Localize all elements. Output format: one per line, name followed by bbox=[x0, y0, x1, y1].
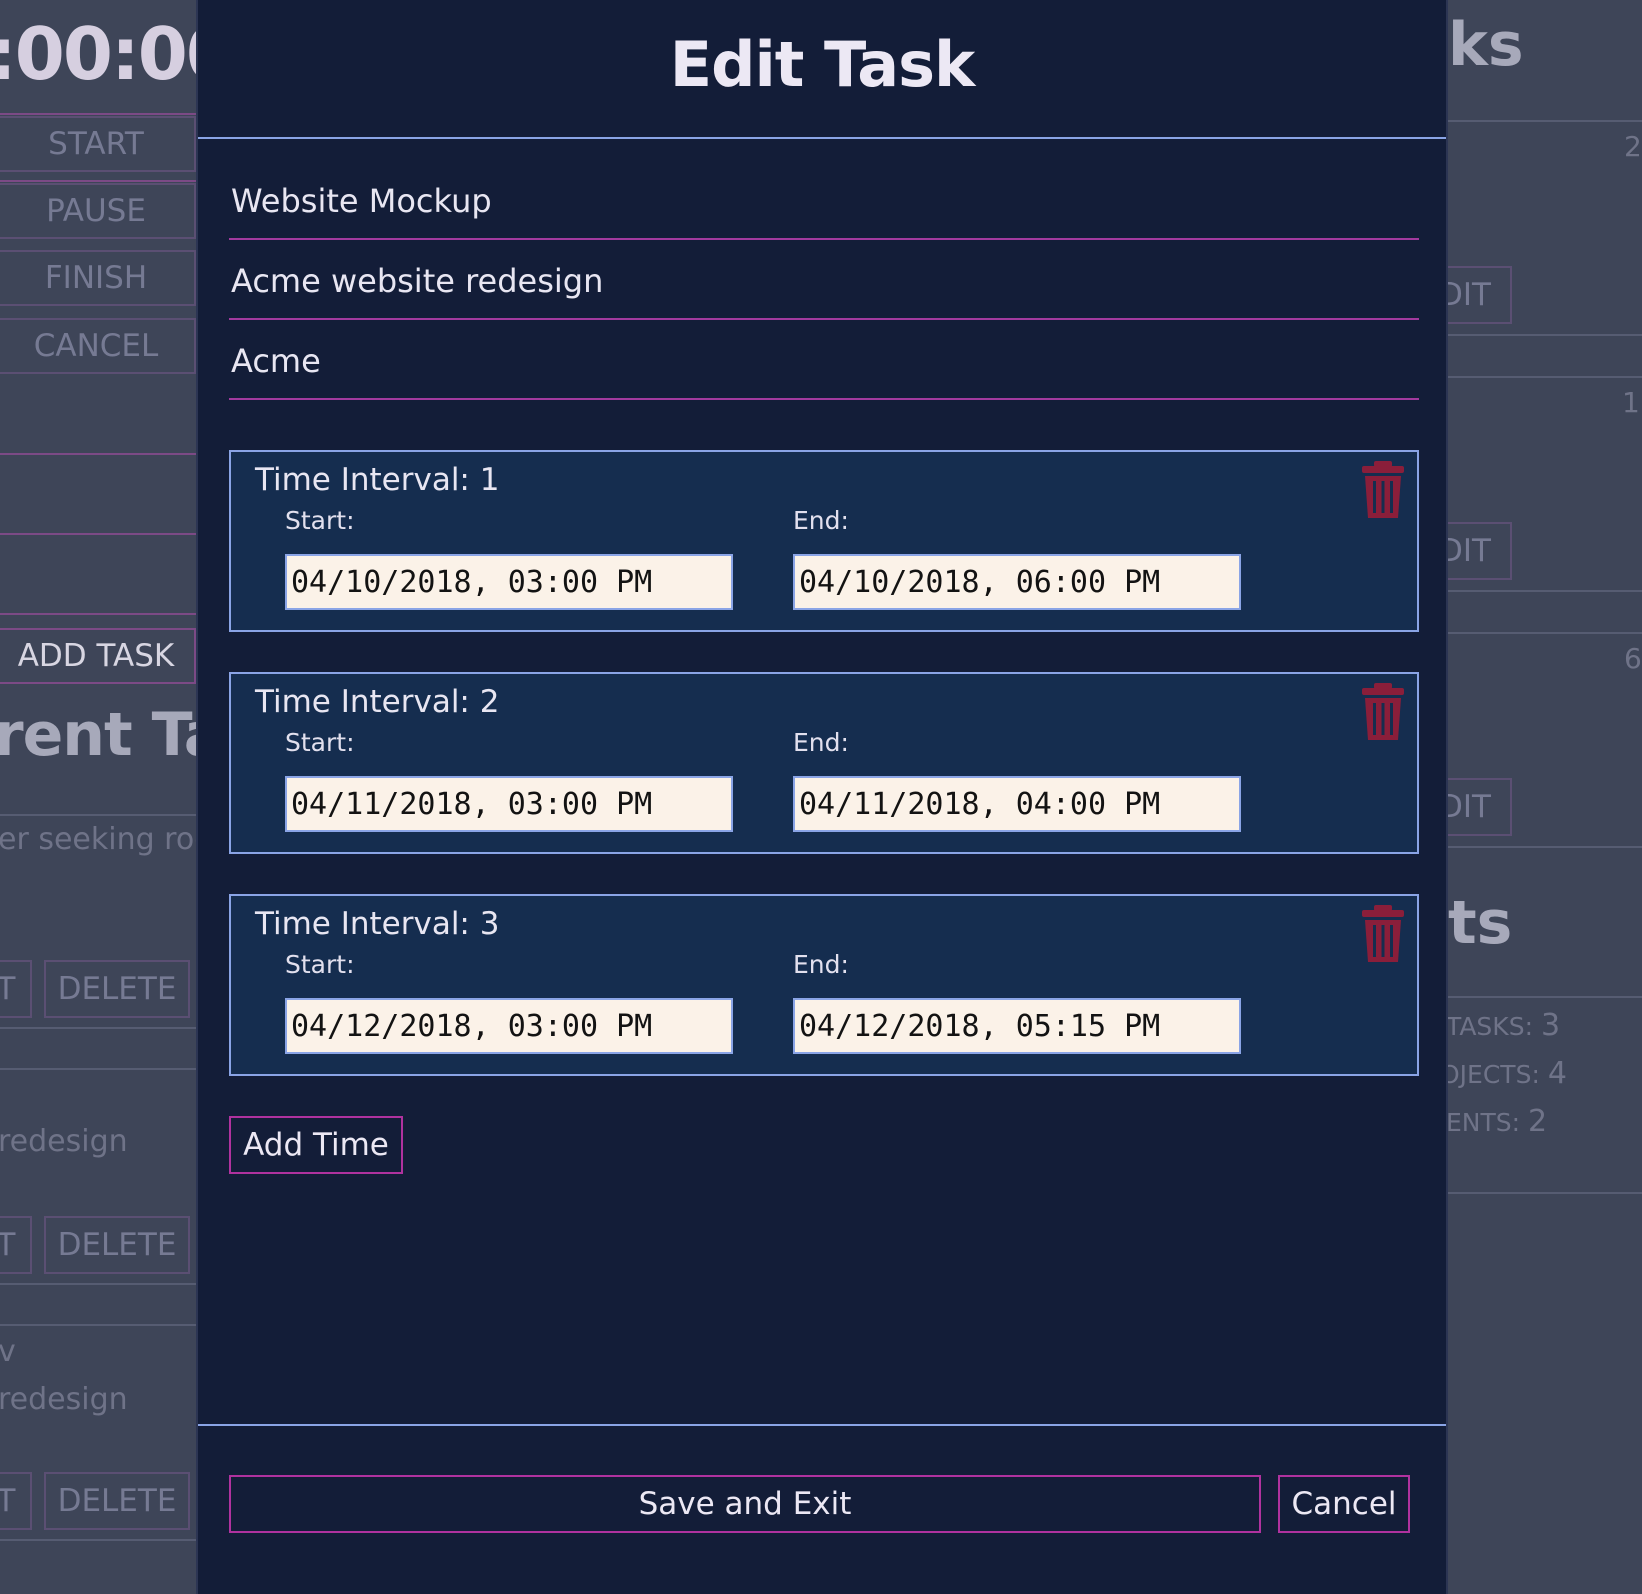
footer-divider bbox=[198, 1424, 1446, 1426]
task-snippet: redesign bbox=[0, 1382, 128, 1417]
start-datetime-input[interactable]: 04/11/2018, 03:00 PM bbox=[285, 776, 733, 832]
stat-tasks: TASKS: 3 bbox=[1446, 1008, 1561, 1043]
delete-button[interactable]: DELETE bbox=[44, 1472, 190, 1530]
add-time-button[interactable]: Add Time bbox=[229, 1116, 403, 1174]
interval-title: Time Interval: 3 bbox=[255, 906, 500, 942]
task-snippet: er seeking roo bbox=[0, 822, 213, 857]
time-interval-card: Time Interval: 3 Start: End: 04/12/2018,… bbox=[229, 894, 1419, 1076]
stat-clients: ENTS: 2 bbox=[1446, 1104, 1548, 1139]
cancel-button[interactable]: Cancel bbox=[1278, 1475, 1410, 1533]
pause-button[interactable]: PAUSE bbox=[0, 183, 196, 239]
delete-button[interactable]: DELETE bbox=[44, 1216, 190, 1274]
add-task-button[interactable]: ADD TASK bbox=[0, 628, 196, 684]
client-field[interactable]: Acme bbox=[229, 320, 1419, 400]
interval-title: Time Interval: 2 bbox=[255, 684, 500, 720]
finish-button[interactable]: FINISH bbox=[0, 250, 196, 306]
stats-heading: ts bbox=[1448, 888, 1513, 958]
project-field[interactable]: Acme website redesign bbox=[229, 240, 1419, 320]
time-interval-card: Time Interval: 2 Start: End: 04/11/2018,… bbox=[229, 672, 1419, 854]
tasks-heading: ks bbox=[1448, 10, 1524, 80]
end-datetime-input[interactable]: 04/12/2018, 05:15 PM bbox=[793, 998, 1241, 1054]
task-snippet: redesign bbox=[0, 1124, 128, 1159]
trash-icon[interactable] bbox=[1361, 682, 1405, 742]
end-label: End: bbox=[793, 728, 849, 757]
trash-icon[interactable] bbox=[1361, 460, 1405, 520]
end-datetime-input[interactable]: 04/10/2018, 06:00 PM bbox=[793, 554, 1241, 610]
start-button[interactable]: START bbox=[0, 116, 196, 172]
end-label: End: bbox=[793, 506, 849, 535]
delete-button[interactable]: DELETE bbox=[44, 960, 190, 1018]
edit-button[interactable]: T bbox=[0, 960, 32, 1018]
start-datetime-input[interactable]: 04/10/2018, 03:00 PM bbox=[285, 554, 733, 610]
task-duration: 2 bbox=[1624, 130, 1642, 163]
interval-title: Time Interval: 1 bbox=[255, 462, 500, 498]
stat-projects: OJECTS: 4 bbox=[1440, 1056, 1567, 1091]
task-duration: 6 bbox=[1624, 642, 1642, 675]
end-datetime-input[interactable]: 04/11/2018, 04:00 PM bbox=[793, 776, 1241, 832]
trash-icon[interactable] bbox=[1361, 904, 1405, 964]
start-label: Start: bbox=[285, 728, 355, 757]
start-label: Start: bbox=[285, 506, 355, 535]
start-datetime-input[interactable]: 04/12/2018, 03:00 PM bbox=[285, 998, 733, 1054]
cancel-timer-button[interactable]: CANCEL bbox=[0, 318, 196, 374]
time-interval-card: Time Interval: 1 Start: End: 04/10/2018,… bbox=[229, 450, 1419, 632]
edit-task-modal: Edit Task Website Mockup Acme website re… bbox=[196, 0, 1448, 1594]
end-label: End: bbox=[793, 950, 849, 979]
task-duration: 1: bbox=[1622, 386, 1642, 419]
task-name-field[interactable]: Website Mockup bbox=[229, 160, 1419, 240]
edit-button[interactable]: T bbox=[0, 1472, 32, 1530]
start-label: Start: bbox=[285, 950, 355, 979]
task-snippet: v bbox=[0, 1334, 16, 1369]
header-divider bbox=[198, 137, 1446, 139]
save-and-exit-button[interactable]: Save and Exit bbox=[229, 1475, 1261, 1533]
edit-button[interactable]: T bbox=[0, 1216, 32, 1274]
modal-title: Edit Task bbox=[669, 28, 975, 101]
